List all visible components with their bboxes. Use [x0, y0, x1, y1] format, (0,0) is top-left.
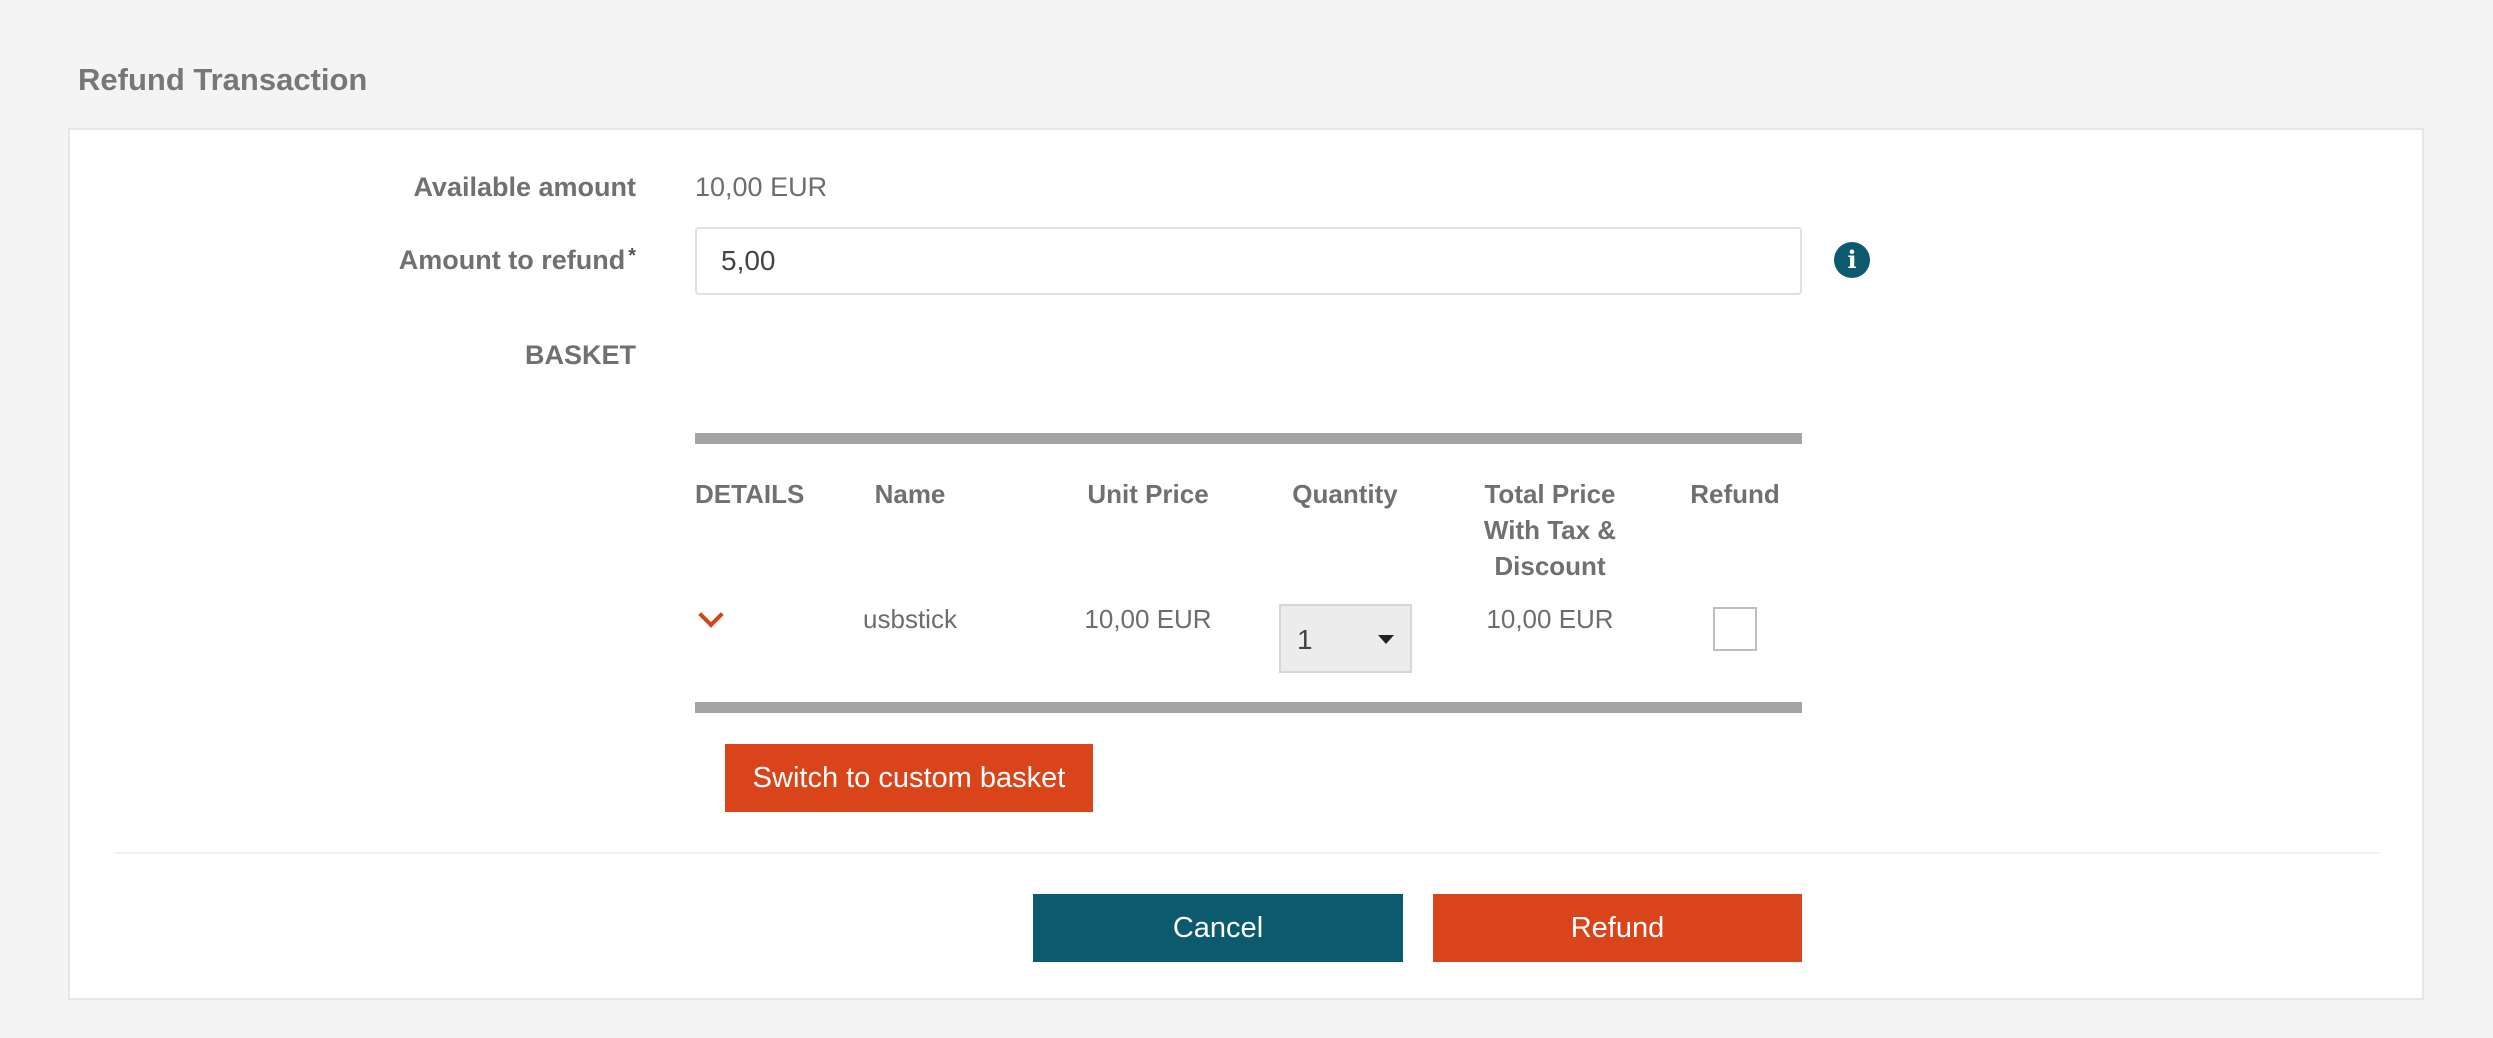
row-unit-price: 10,00 EUR — [1084, 604, 1212, 634]
available-amount-label-wrap: Available amount — [70, 172, 636, 212]
column-header-total-price: Total Price With Tax & Discount — [1483, 479, 1617, 581]
refund-form-panel: Available amount 10,00 EUR Amount to ref… — [68, 128, 2424, 1000]
switch-to-custom-basket-button[interactable]: Switch to custom basket — [725, 744, 1093, 812]
available-amount-label: Available amount — [413, 172, 636, 202]
amount-to-refund-input[interactable] — [695, 227, 1802, 295]
quantity-value: 1 — [1297, 624, 1313, 655]
row-total-price: 10,00 EUR — [1486, 604, 1614, 634]
quantity-select[interactable]: 1 — [1279, 604, 1412, 673]
basket-table-top-rule — [695, 433, 1802, 444]
column-header-refund: Refund — [1690, 479, 1780, 509]
chevron-down-icon[interactable] — [698, 602, 724, 628]
column-header-unit-price: Unit Price — [1087, 479, 1209, 509]
refund-button[interactable]: Refund — [1433, 894, 1802, 962]
basket-table-bottom-rule — [695, 702, 1802, 713]
basket-label-wrap: BASKET — [70, 340, 636, 380]
amount-to-refund-label: Amount to refund — [398, 245, 626, 275]
basket-label: BASKET — [524, 340, 636, 370]
refund-checkbox[interactable] — [1713, 607, 1757, 651]
column-header-quantity: Quantity — [1292, 479, 1398, 509]
page-title: Refund Transaction — [78, 62, 368, 97]
caret-down-icon — [1378, 635, 1394, 644]
info-icon[interactable]: i — [1834, 242, 1870, 278]
row-name: usbstick — [863, 604, 957, 634]
section-divider — [114, 852, 2380, 854]
amount-to-refund-label-group: Amount to refund * — [399, 245, 636, 276]
column-header-details: DETAILS — [695, 479, 805, 509]
required-marker: * — [628, 245, 636, 267]
available-amount-value: 10,00 EUR — [695, 172, 828, 202]
amount-to-refund-label-wrap: Amount to refund * — [70, 245, 636, 285]
column-header-name: Name — [874, 479, 946, 509]
cancel-button[interactable]: Cancel — [1033, 894, 1403, 962]
